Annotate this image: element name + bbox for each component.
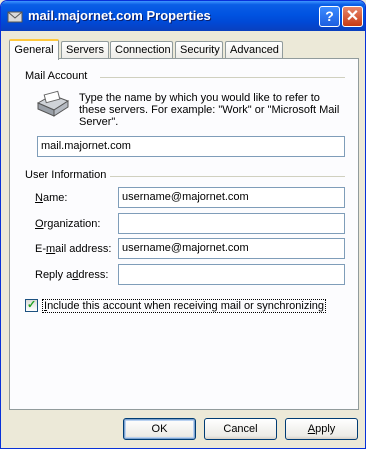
mail-account-heading: Mail Account bbox=[25, 70, 88, 82]
organization-label: Organization: bbox=[35, 218, 101, 230]
mail-server-icon bbox=[36, 90, 70, 117]
ok-button[interactable]: OK bbox=[123, 418, 196, 440]
name-input[interactable]: username@majornet.com bbox=[118, 187, 345, 208]
tab-advanced[interactable]: Advanced bbox=[225, 41, 283, 59]
account-name-input[interactable]: mail.majornet.com bbox=[37, 136, 345, 157]
tab-servers[interactable]: Servers bbox=[61, 41, 109, 59]
organization-input[interactable] bbox=[118, 213, 345, 234]
tab-security[interactable]: Security bbox=[175, 41, 223, 59]
tab-general[interactable]: General bbox=[9, 39, 59, 60]
tab-connection[interactable]: Connection bbox=[110, 41, 173, 59]
mail-account-icon bbox=[7, 11, 23, 23]
reply-address-label: Reply address: bbox=[35, 269, 109, 281]
apply-button[interactable]: Apply bbox=[285, 418, 358, 440]
divider bbox=[100, 77, 345, 78]
include-account-label[interactable]: Include this account when receiving mail… bbox=[42, 299, 327, 313]
cancel-button[interactable]: Cancel bbox=[204, 418, 277, 440]
email-label: E-mail address: bbox=[35, 243, 112, 255]
email-input[interactable]: username@majornet.com bbox=[118, 238, 345, 259]
checkmark-icon: ✓ bbox=[27, 299, 37, 311]
name-label: Name: bbox=[35, 192, 68, 204]
general-tab-panel: Mail Account Type the name by which you … bbox=[9, 58, 359, 410]
title-bar[interactable]: mail.majornet.com Properties ? ✕ bbox=[1, 1, 365, 31]
close-button[interactable]: ✕ bbox=[342, 6, 363, 27]
window-title: mail.majornet.com Properties bbox=[28, 8, 211, 23]
reply-address-input[interactable] bbox=[118, 264, 345, 285]
divider bbox=[110, 176, 345, 177]
mail-account-description: Type the name by which you would like to… bbox=[79, 92, 340, 128]
include-account-checkbox[interactable]: ✓ bbox=[25, 299, 38, 312]
help-button[interactable]: ? bbox=[319, 6, 340, 27]
properties-dialog: mail.majornet.com Properties ? ✕ General… bbox=[0, 0, 366, 449]
user-information-heading: User Information bbox=[25, 169, 107, 181]
